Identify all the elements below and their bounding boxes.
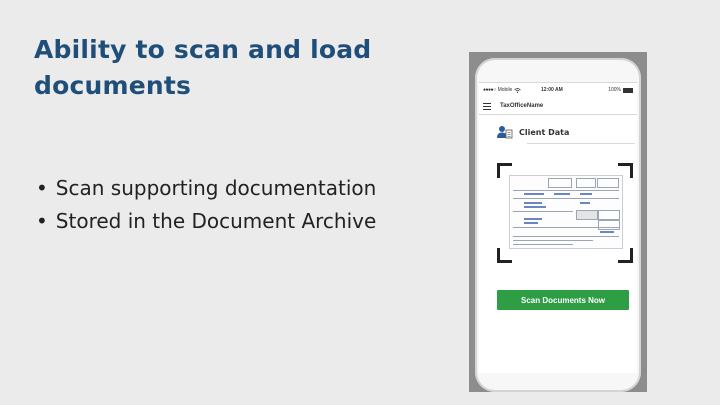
phone-device: ●●●●○ Mobile 12:00 AM 100% TaxOfficeName — [475, 58, 641, 392]
scan-documents-button[interactable]: Scan Documents Now — [497, 290, 629, 310]
user-document-icon — [497, 126, 513, 139]
battery-percent: 100% — [608, 87, 621, 93]
app-name: TaxOfficeName — [500, 103, 544, 109]
bullet-item: Scan supporting documentation — [36, 172, 377, 205]
bullet-list: Scan supporting documentation Stored in … — [36, 172, 377, 238]
client-data-header[interactable]: Client Data — [497, 124, 569, 140]
battery-icon — [623, 87, 633, 93]
divider — [527, 143, 635, 144]
status-time: 12:00 AM — [541, 87, 563, 93]
hamburger-menu-icon[interactable] — [483, 103, 491, 110]
scan-viewfinder — [497, 163, 633, 263]
app-bar: TaxOfficeName — [479, 100, 637, 115]
section-label: Client Data — [519, 127, 570, 137]
viewfinder-corner — [497, 248, 512, 263]
carrier-label: Mobile — [497, 87, 513, 93]
status-bar: ●●●●○ Mobile 12:00 AM 100% — [479, 86, 637, 96]
bullet-item: Stored in the Document Archive — [36, 205, 377, 238]
viewfinder-corner — [618, 248, 633, 263]
wifi-icon — [514, 87, 522, 93]
scanned-document-image — [509, 175, 623, 249]
slide-title: Ability to scan and load documents — [34, 35, 372, 100]
phone-photo: ●●●●○ Mobile 12:00 AM 100% TaxOfficeName — [469, 52, 647, 392]
signal-icon: ●●●●○ — [483, 87, 496, 93]
phone-screen: ●●●●○ Mobile 12:00 AM 100% TaxOfficeName — [479, 82, 637, 373]
